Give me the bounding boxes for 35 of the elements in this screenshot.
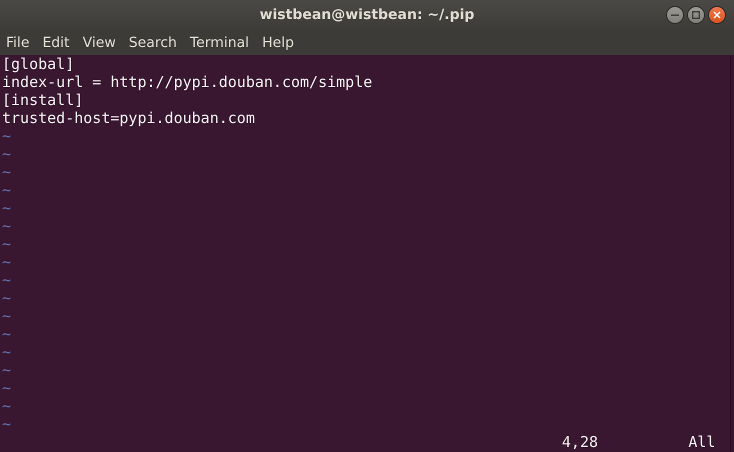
empty-line-marker: ~ bbox=[2, 181, 12, 199]
menu-item[interactable]: Help bbox=[262, 34, 294, 50]
empty-line-marker: ~ bbox=[2, 325, 12, 343]
empty-line-marker: ~ bbox=[2, 397, 12, 415]
empty-line-marker: ~ bbox=[2, 127, 12, 145]
empty-line-marker: ~ bbox=[2, 307, 12, 325]
code-line: [global] bbox=[2, 55, 76, 73]
empty-line-marker: ~ bbox=[2, 145, 12, 163]
empty-line-marker: ~ bbox=[2, 217, 12, 235]
menu-item[interactable]: Terminal bbox=[190, 34, 250, 50]
code-line: index-url = http://pypi.douban.com/simple bbox=[2, 73, 374, 91]
empty-line-marker: ~ bbox=[2, 415, 12, 433]
menu-item[interactable]: Search bbox=[128, 34, 177, 50]
code-line: trusted-host=pypi.douban.com bbox=[2, 109, 256, 127]
empty-line-marker: ~ bbox=[2, 361, 12, 379]
menu-item[interactable]: View bbox=[82, 34, 116, 50]
scroll-indicator: All bbox=[688, 433, 716, 451]
cursor-position: 4,28 bbox=[562, 433, 600, 451]
maximize-button[interactable] bbox=[687, 6, 705, 24]
empty-line-marker: ~ bbox=[2, 199, 12, 217]
empty-line-marker: ~ bbox=[2, 235, 12, 253]
minimize-button[interactable] bbox=[666, 6, 684, 24]
empty-line-marker: ~ bbox=[2, 379, 12, 397]
empty-line-marker: ~ bbox=[2, 253, 12, 271]
empty-line-marker: ~ bbox=[2, 343, 12, 361]
window-title: wistbean@wistbean: ~/.pip bbox=[260, 7, 474, 23]
close-icon bbox=[713, 11, 721, 19]
empty-line-marker: ~ bbox=[2, 271, 12, 289]
empty-line-marker: ~ bbox=[2, 289, 12, 307]
code-line: [install] bbox=[2, 91, 84, 109]
menu-item[interactable]: Edit bbox=[42, 34, 70, 50]
close-button[interactable] bbox=[708, 6, 726, 24]
maximize-icon bbox=[692, 11, 700, 19]
empty-line-marker: ~ bbox=[2, 163, 12, 181]
menu-item[interactable]: File bbox=[6, 34, 30, 50]
